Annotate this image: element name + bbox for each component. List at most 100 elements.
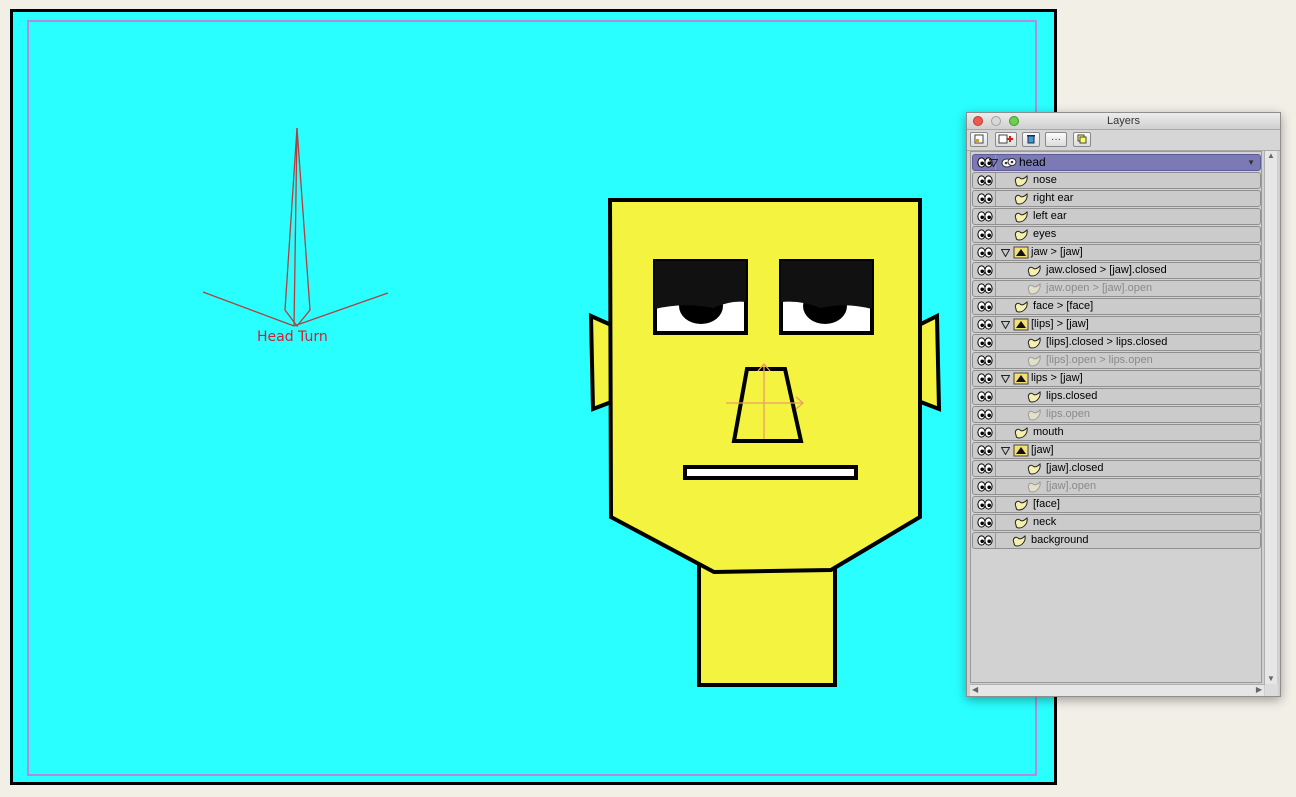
visibility-eye-icon[interactable] xyxy=(977,337,993,348)
layer-name: [lips].open > lips.open xyxy=(1046,354,1153,366)
visibility-eye-icon[interactable] xyxy=(977,463,993,474)
layer-name: jaw.open > [jaw].open xyxy=(1046,282,1153,294)
visibility-separator xyxy=(995,425,996,440)
visibility-eye-icon[interactable] xyxy=(977,193,993,204)
layer-row[interactable]: [face] xyxy=(972,496,1261,513)
right-eye[interactable] xyxy=(779,259,874,335)
visibility-separator xyxy=(995,263,996,278)
vector-layer-icon xyxy=(1014,516,1028,529)
delete-layer-button[interactable] xyxy=(1022,132,1040,147)
new-group-button[interactable] xyxy=(995,132,1017,147)
visibility-eye-icon[interactable] xyxy=(977,319,993,330)
visibility-separator xyxy=(995,227,996,242)
vector-layer-icon xyxy=(1027,408,1041,421)
layer-menu-arrow-icon[interactable]: ▼ xyxy=(1247,155,1255,170)
visibility-eye-icon[interactable] xyxy=(977,283,993,294)
layer-name: [jaw].open xyxy=(1046,480,1097,492)
new-layer-icon xyxy=(974,134,984,144)
minimize-button[interactable] xyxy=(991,116,1001,126)
visibility-eye-icon[interactable] xyxy=(977,373,993,384)
scroll-down-icon[interactable]: ▼ xyxy=(1267,674,1275,683)
drawing-canvas[interactable]: Head Turn xyxy=(13,12,1054,782)
layer-row[interactable]: right ear xyxy=(972,190,1261,207)
layer-row[interactable]: nose xyxy=(972,172,1261,189)
layer-row[interactable]: [lips].open > lips.open xyxy=(972,352,1261,369)
layer-row[interactable]: jaw.open > [jaw].open xyxy=(972,280,1261,297)
vector-layer-icon xyxy=(1027,354,1041,367)
document-stage: Head Turn xyxy=(10,9,1057,785)
visibility-eye-icon[interactable] xyxy=(977,427,993,438)
left-eye[interactable] xyxy=(653,259,748,335)
layer-name: right ear xyxy=(1033,192,1074,204)
scroll-right-icon[interactable]: ▶ xyxy=(1256,685,1262,694)
layer-row[interactable]: left ear xyxy=(972,208,1261,225)
scroll-up-icon[interactable]: ▲ xyxy=(1267,151,1275,160)
disclosure-triangle-icon[interactable] xyxy=(1001,249,1010,257)
layer-row[interactable]: head ▼ xyxy=(972,154,1261,171)
mouth-shape[interactable] xyxy=(683,465,858,480)
layer-row[interactable]: face > [face] xyxy=(972,298,1261,315)
vertical-scrollbar[interactable]: ▲ ▼ xyxy=(1264,151,1277,685)
visibility-eye-icon[interactable] xyxy=(977,391,993,402)
visibility-eye-icon[interactable] xyxy=(977,481,993,492)
more-options-button[interactable]: ··· xyxy=(1045,132,1067,147)
visibility-eye-icon[interactable] xyxy=(977,247,993,258)
scroll-left-icon[interactable]: ◀ xyxy=(972,685,978,694)
close-button[interactable] xyxy=(973,116,983,126)
visibility-separator xyxy=(995,209,996,224)
switch-layer-icon xyxy=(1013,246,1029,259)
layers-titlebar[interactable]: Layers xyxy=(967,113,1280,130)
visibility-eye-icon[interactable] xyxy=(977,355,993,366)
neck-shape[interactable] xyxy=(697,555,837,687)
disclosure-triangle-icon[interactable] xyxy=(1001,375,1010,383)
layer-row[interactable]: [jaw].open xyxy=(972,478,1261,495)
visibility-separator xyxy=(995,371,996,386)
new-group-icon xyxy=(998,134,1013,144)
visibility-separator xyxy=(995,335,996,350)
new-layer-button[interactable] xyxy=(970,132,988,147)
layer-row[interactable]: [jaw] xyxy=(972,442,1261,459)
zoom-button[interactable] xyxy=(1009,116,1019,126)
visibility-eye-icon[interactable] xyxy=(977,175,993,186)
layer-row[interactable]: neck xyxy=(972,514,1261,531)
layer-list[interactable]: head ▼ nose right ear left ear eyes jaw > [jaw… xyxy=(970,151,1262,683)
visibility-eye-icon[interactable] xyxy=(977,535,993,546)
layer-row[interactable]: lips.closed xyxy=(972,388,1261,405)
layers-palette[interactable]: Layers ··· head ▼ nose right ear left ear eye… xyxy=(966,112,1281,697)
layer-row[interactable]: [jaw].closed xyxy=(972,460,1261,477)
layer-row[interactable]: [lips].closed > lips.closed xyxy=(972,334,1261,351)
duplicate-layer-button[interactable] xyxy=(1073,132,1091,147)
visibility-eye-icon[interactable] xyxy=(977,517,993,528)
horizontal-scrollbar[interactable]: ◀ ▶ xyxy=(970,684,1264,696)
layer-row[interactable]: jaw > [jaw] xyxy=(972,244,1261,261)
visibility-eye-icon[interactable] xyxy=(977,229,993,240)
layer-row[interactable]: background xyxy=(972,532,1261,549)
disclosure-triangle-icon[interactable] xyxy=(1001,447,1010,455)
layer-name: left ear xyxy=(1033,210,1067,222)
layer-row[interactable]: mouth xyxy=(972,424,1261,441)
visibility-separator xyxy=(995,173,996,188)
visibility-eye-icon[interactable] xyxy=(977,301,993,312)
visibility-separator xyxy=(995,497,996,512)
layer-row[interactable]: jaw.closed > [jaw].closed xyxy=(972,262,1261,279)
layer-name: [lips] > [jaw] xyxy=(1031,318,1089,330)
visibility-separator xyxy=(995,353,996,368)
bone-angle-left xyxy=(202,291,295,327)
visibility-eye-icon[interactable] xyxy=(977,265,993,276)
layer-row[interactable]: eyes xyxy=(972,226,1261,243)
layer-row[interactable]: lips.open xyxy=(972,406,1261,423)
visibility-eye-icon[interactable] xyxy=(977,211,993,222)
resize-handle[interactable] xyxy=(1265,684,1278,696)
disclosure-triangle-icon[interactable] xyxy=(989,159,998,167)
layer-row[interactable]: [lips] > [jaw] xyxy=(972,316,1261,333)
visibility-eye-icon[interactable] xyxy=(977,499,993,510)
visibility-separator xyxy=(995,461,996,476)
disclosure-triangle-icon[interactable] xyxy=(1001,321,1010,329)
visibility-eye-icon[interactable] xyxy=(977,445,993,456)
layer-row[interactable]: lips > [jaw] xyxy=(972,370,1261,387)
vector-layer-icon xyxy=(1014,228,1028,241)
more-options-icon: ··· xyxy=(1051,134,1061,145)
head-turn-bone[interactable] xyxy=(202,127,389,328)
visibility-separator xyxy=(995,317,996,332)
visibility-eye-icon[interactable] xyxy=(977,409,993,420)
